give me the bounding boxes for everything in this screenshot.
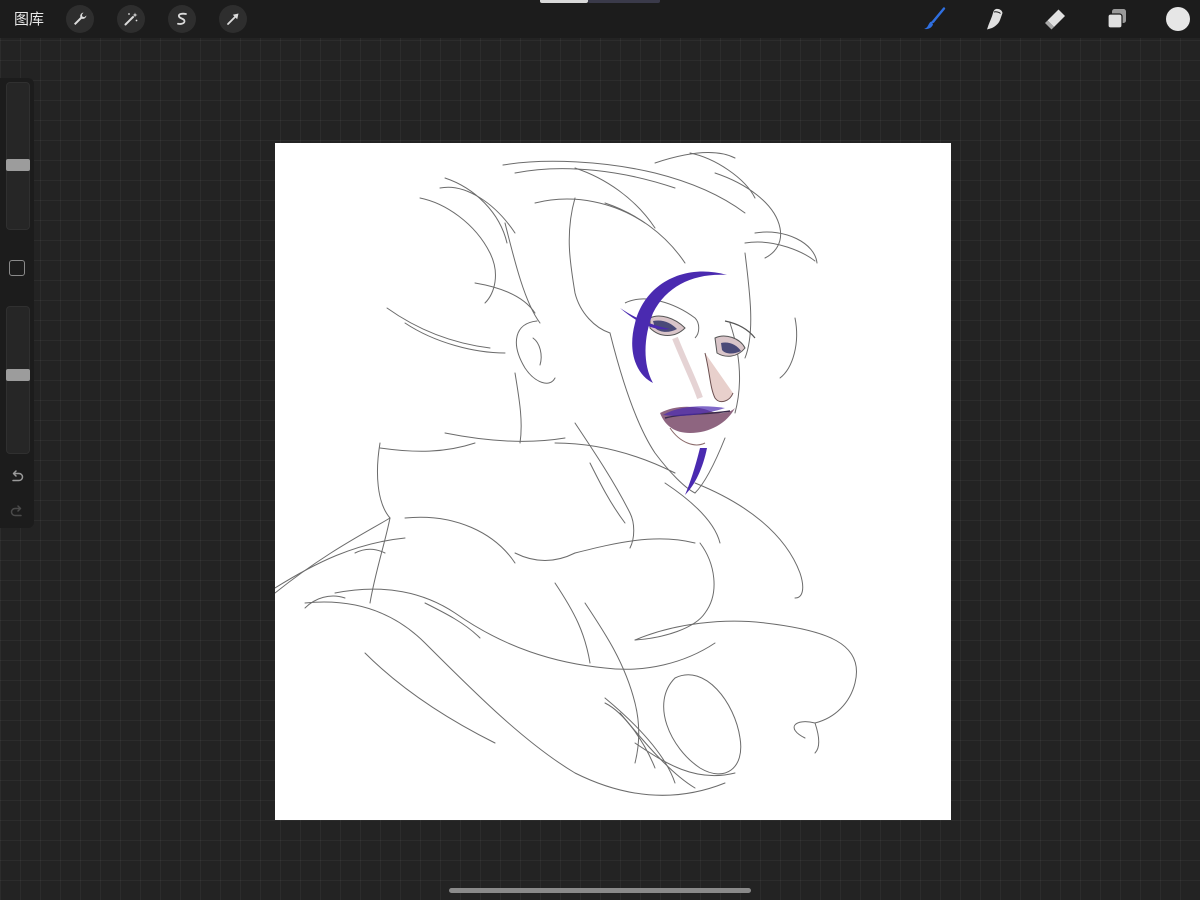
actions-button[interactable] bbox=[66, 5, 94, 33]
brush-size-slider[interactable] bbox=[6, 82, 30, 230]
transform-button[interactable] bbox=[219, 5, 247, 33]
gallery-button[interactable]: 图库 bbox=[14, 9, 44, 29]
brush-opacity-thumb[interactable] bbox=[6, 369, 30, 381]
home-indicator[interactable] bbox=[449, 888, 751, 893]
selection-s-icon bbox=[177, 12, 187, 25]
top-toolbar: 图库 bbox=[0, 0, 1200, 38]
magic-wand-icon bbox=[124, 12, 138, 26]
arrow-cursor-icon bbox=[227, 13, 239, 25]
modify-square-icon[interactable] bbox=[9, 260, 25, 276]
adjustments-button[interactable] bbox=[117, 5, 145, 33]
eraser-button[interactable] bbox=[1040, 5, 1070, 33]
brush-size-thumb[interactable] bbox=[6, 159, 30, 171]
multitasking-handle[interactable] bbox=[540, 0, 660, 3]
eraser-icon bbox=[1045, 9, 1065, 30]
layers-icon bbox=[1107, 9, 1126, 29]
brush-button[interactable] bbox=[919, 5, 949, 33]
brush-icon bbox=[924, 7, 946, 30]
sketch-artwork bbox=[274, 152, 857, 796]
left-sidebar bbox=[0, 78, 34, 528]
color-picker-swatch[interactable] bbox=[1166, 7, 1190, 31]
pencil-sketch-lines bbox=[274, 152, 857, 796]
redo-icon bbox=[10, 505, 22, 517]
undo-button[interactable] bbox=[8, 468, 26, 486]
wrench-icon bbox=[74, 12, 87, 25]
brush-opacity-slider[interactable] bbox=[6, 306, 30, 454]
layers-button[interactable] bbox=[1102, 5, 1132, 33]
selection-button[interactable] bbox=[168, 5, 196, 33]
smudge-button[interactable] bbox=[979, 5, 1009, 33]
undo-icon bbox=[12, 470, 24, 482]
redo-button[interactable] bbox=[8, 503, 26, 521]
smudge-finger-icon bbox=[987, 8, 1003, 30]
drawing-canvas[interactable] bbox=[274, 143, 951, 820]
